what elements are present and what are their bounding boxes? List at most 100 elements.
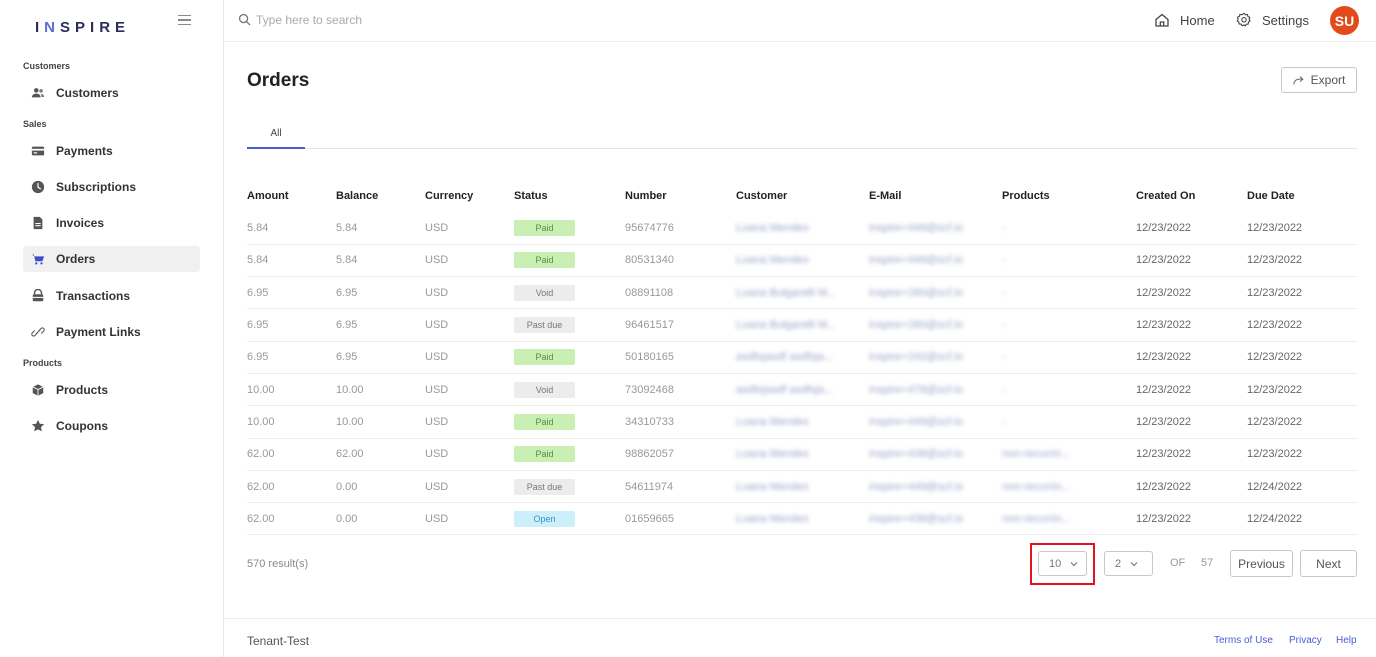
products-cell-text: -: [1002, 351, 1006, 364]
column-header[interactable]: Due Date: [1247, 180, 1357, 212]
due-date-cell-text: 12/23/2022: [1247, 415, 1303, 428]
logo-part: I: [35, 19, 45, 36]
sidebar-item-customers[interactable]: Customers: [23, 80, 200, 106]
avatar[interactable]: SU: [1330, 6, 1359, 35]
column-header[interactable]: Amount: [247, 180, 336, 212]
next-button[interactable]: Next: [1300, 550, 1357, 577]
created-on-cell: 12/23/2022: [1136, 276, 1247, 310]
email-cell-text: inspire+438@scf.io: [869, 448, 964, 461]
products-cell: -: [1002, 373, 1136, 407]
sidebar-section-sales: Sales: [23, 119, 47, 129]
column-header[interactable]: Products: [1002, 180, 1136, 212]
column-header[interactable]: Currency: [425, 180, 514, 212]
table-row[interactable]: 10.00 10.00 USD Void 73092468 asdfojasdf asdf…: [247, 373, 1357, 407]
amount-cell: 5.84: [247, 212, 336, 245]
column-header[interactable]: Balance: [336, 180, 425, 212]
customer-cell: Luana Bulgarelli M...: [736, 308, 869, 342]
currency-cell-text: USD: [425, 480, 449, 493]
table-row[interactable]: 10.00 10.00 USD Paid 34310733 Luana Mendes ins…: [247, 405, 1357, 439]
terms-link[interactable]: Terms of Use: [1214, 635, 1273, 646]
created-on-cell: 12/23/2022: [1136, 470, 1247, 504]
status-badge: Paid: [514, 446, 575, 463]
column-header[interactable]: Number: [625, 180, 736, 212]
sidebar-item-transactions[interactable]: Transactions: [23, 283, 200, 309]
column-header[interactable]: Status: [514, 180, 625, 212]
status-cell: Paid: [514, 341, 625, 374]
amount-cell-text: 10.00: [247, 383, 275, 396]
due-date-cell: 12/23/2022: [1247, 373, 1357, 407]
sidebar-item-subscriptions[interactable]: Subscriptions: [23, 174, 200, 200]
created-on-cell: 12/23/2022: [1136, 373, 1247, 407]
settings-link[interactable]: Settings: [1236, 12, 1309, 28]
created-on-cell: 12/23/2022: [1136, 341, 1247, 374]
tabs-divider: [247, 148, 1357, 149]
sidebar-item-label: Subscriptions: [56, 180, 137, 194]
status-badge: Paid: [514, 252, 575, 269]
number-cell: 73092468: [625, 373, 736, 407]
topbar: Home Settings SU: [224, 0, 1376, 42]
sidebar-item-payments[interactable]: Payments: [23, 138, 200, 164]
table-row[interactable]: 6.95 6.95 USD Void 08891108 Luana Bulgarelli …: [247, 276, 1357, 310]
home-link[interactable]: Home: [1154, 12, 1215, 28]
sidebar-item-orders[interactable]: Orders: [23, 246, 200, 272]
help-link[interactable]: Help: [1336, 635, 1357, 646]
table-row[interactable]: 5.84 5.84 USD Paid 95674776 Luana Mendes inspi…: [247, 212, 1357, 245]
balance-cell-text: 10.00: [336, 415, 364, 428]
currency-cell-text: USD: [425, 254, 449, 267]
sidebar-item-label: Products: [56, 383, 109, 397]
email-cell-text: inspire+242@scf.io: [869, 351, 964, 364]
products-cell-text: non-recurrin...: [1002, 512, 1071, 525]
results-count: 570 result(s): [247, 558, 309, 570]
amount-cell-text: 62.00: [247, 480, 275, 493]
amount-cell: 10.00: [247, 405, 336, 439]
tab-all[interactable]: All: [247, 128, 305, 149]
export-button[interactable]: Export: [1281, 67, 1357, 93]
currency-cell: USD: [425, 308, 514, 342]
sidebar-item-invoices[interactable]: Invoices: [23, 210, 200, 236]
sidebar-item-products[interactable]: Products: [23, 377, 200, 403]
table-row[interactable]: 6.95 6.95 USD Paid 50180165 asdfojasdf asdfsj…: [247, 341, 1357, 374]
previous-button[interactable]: Previous: [1230, 550, 1293, 577]
sidebar-item-payment-links[interactable]: Payment Links: [23, 319, 200, 345]
currency-cell-text: USD: [425, 415, 449, 428]
email-cell: inspire+449@scf.io: [869, 405, 1002, 439]
number-cell-text: 34310733: [625, 415, 674, 428]
amount-cell-text: 62.00: [247, 448, 275, 461]
status-cell: Paid: [514, 212, 625, 245]
table-row[interactable]: 62.00 0.00 USD Past due 54611974 Luana Mendes…: [247, 470, 1357, 504]
box-icon: [30, 382, 46, 398]
table-row[interactable]: 62.00 0.00 USD Open 01659665 Luana Mendes insp…: [247, 502, 1357, 536]
hamburger-menu-icon[interactable]: [178, 12, 194, 28]
due-date-cell-text: 12/23/2022: [1247, 286, 1303, 299]
app-logo[interactable]: INSPIRE: [35, 19, 130, 36]
link-icon: [30, 324, 46, 340]
column-header[interactable]: Customer: [736, 180, 869, 212]
amount-cell: 10.00: [247, 373, 336, 407]
sidebar-item-coupons[interactable]: Coupons: [23, 413, 200, 439]
due-date-cell: 12/23/2022: [1247, 212, 1357, 245]
products-cell: -: [1002, 308, 1136, 342]
column-header[interactable]: Created On: [1136, 180, 1247, 212]
privacy-link[interactable]: Privacy: [1289, 635, 1322, 646]
column-header[interactable]: E-Mail: [869, 180, 1002, 212]
search-input[interactable]: [256, 10, 556, 30]
email-cell: inspire+478@scf.io: [869, 373, 1002, 407]
products-cell-text: non-recurrin...: [1002, 480, 1071, 493]
page-number-select[interactable]: 2: [1104, 551, 1153, 576]
status-badge: Paid: [514, 219, 575, 236]
number-cell: 50180165: [625, 341, 736, 374]
table-row[interactable]: 62.00 62.00 USD Paid 98862057 Luana Mendes ins…: [247, 438, 1357, 471]
currency-cell: USD: [425, 373, 514, 407]
created-on-cell-text: 12/23/2022: [1136, 254, 1192, 267]
gear-icon: [1236, 12, 1251, 27]
table-row[interactable]: 6.95 6.95 USD Past due 96461517 Luana Bulgare…: [247, 308, 1357, 342]
products-cell: -: [1002, 341, 1136, 374]
customer-cell-text: Luana Bulgarelli M...: [736, 286, 837, 299]
status-cell: Past due: [514, 470, 625, 504]
table-row[interactable]: 5.84 5.84 USD Paid 80531340 Luana Mendes inspi…: [247, 244, 1357, 278]
currency-cell: USD: [425, 341, 514, 374]
sidebar-section-products: Products: [23, 358, 63, 368]
products-cell: -: [1002, 244, 1136, 278]
status-badge: Paid: [514, 349, 575, 366]
created-on-cell-text: 12/23/2022: [1136, 415, 1192, 428]
